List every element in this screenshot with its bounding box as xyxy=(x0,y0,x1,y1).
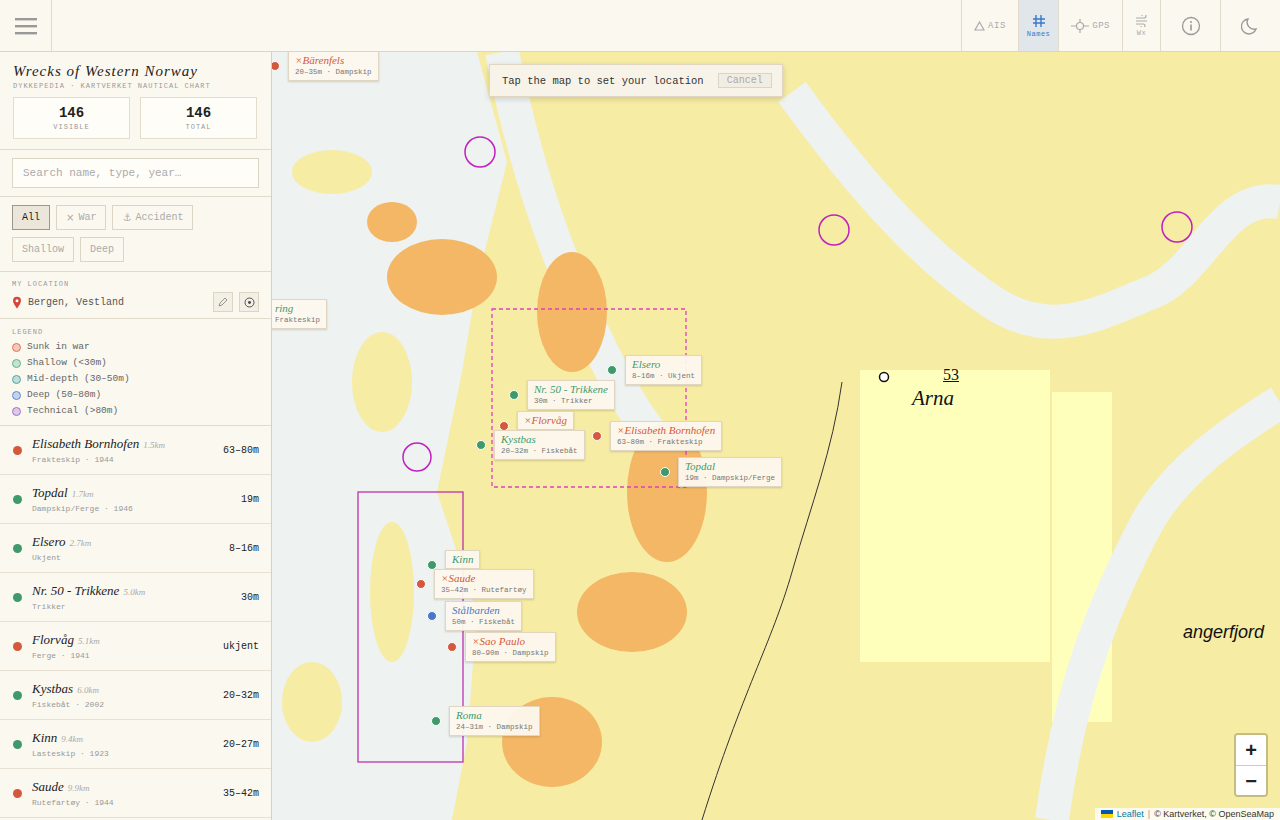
top-bar: AIS Names GPS Wx xyxy=(0,0,1280,52)
wreck-row[interactable]: Kystbas6.0kmFiskebåt · 200220–32m xyxy=(0,671,271,720)
app-title: Wrecks of Western Norway xyxy=(13,63,257,80)
info-button[interactable] xyxy=(1160,0,1220,51)
wreck-marker[interactable] xyxy=(509,390,519,400)
toolbar-button[interactable]: AIS xyxy=(961,0,1018,51)
brand: Wrecks of Western Norway DYKKEPEDIA · KAR… xyxy=(0,52,271,150)
pencil-icon xyxy=(218,297,228,307)
info-icon xyxy=(1181,16,1201,36)
marker-label[interactable]: Elsero8–16m · Ukjent xyxy=(625,355,702,385)
marker-label[interactable]: ×Bärenfels20–35m · Dampskip xyxy=(288,52,379,81)
wreck-marker[interactable] xyxy=(427,611,437,621)
marker-label[interactable]: Nr. 50 - Trikkene30m · Trikker xyxy=(527,380,615,410)
wreck-marker[interactable] xyxy=(447,642,457,652)
wreck-row[interactable]: Elisabeth Bornhofen1.5kmFrakteskip · 194… xyxy=(0,426,271,475)
menu-button[interactable] xyxy=(0,0,52,51)
marker-label[interactable]: ringFrakteskip xyxy=(272,299,327,329)
wreck-row[interactable]: Nr. 50 - Trikkene5.0kmTrikker30m xyxy=(0,573,271,622)
theme-button[interactable] xyxy=(1220,0,1280,51)
legend-item: Deep (50–80m) xyxy=(12,387,259,403)
marker-label[interactable]: ×Florvåg xyxy=(517,411,574,430)
nautical-chart xyxy=(272,52,1280,820)
wreck-list: Elisabeth Bornhofen1.5kmFrakteskip · 194… xyxy=(0,426,271,820)
marker-label[interactable]: Stålbarden50m · Fiskebåt xyxy=(445,601,522,631)
marker-label[interactable]: Kinn xyxy=(445,550,480,569)
locate-button[interactable] xyxy=(239,292,259,312)
wreck-marker[interactable] xyxy=(592,431,602,441)
legend: LEGENDSunk in warShallow (<30m)Mid-depth… xyxy=(0,319,271,426)
legend-item: Mid-depth (30–50m) xyxy=(12,371,259,387)
marker-label[interactable]: Topdal19m · Dampskip/Ferge xyxy=(678,457,782,487)
toolbar-button[interactable]: Names xyxy=(1018,0,1059,51)
zoom-out-button[interactable]: − xyxy=(1236,765,1266,795)
legend-item: Technical (>80m) xyxy=(12,403,259,419)
marker-label[interactable]: Roma24–31m · Dampskip xyxy=(449,706,540,736)
toolbar-label: GPS xyxy=(1092,21,1110,31)
location-panel: MY LOCATIONBergen, Vestland xyxy=(0,272,271,319)
place-label: Arna xyxy=(912,386,954,411)
toolbar-label: Names xyxy=(1027,30,1051,38)
wind-icon xyxy=(1135,15,1149,27)
filter-group: All×War⚓Accident ShallowDeep xyxy=(0,197,271,272)
marker-label[interactable]: ×Saude35–42m · Rutefartøy xyxy=(434,569,534,599)
toolbar-label: Wx xyxy=(1137,29,1146,37)
crosshair-icon xyxy=(1071,19,1089,33)
wreck-marker[interactable] xyxy=(476,440,486,450)
attribution: Leaflet|© Kartverket, © OpenSeaMap xyxy=(1095,808,1280,820)
cancel-button[interactable]: Cancel xyxy=(718,73,772,88)
toolbar-button[interactable]: GPS xyxy=(1058,0,1122,51)
zoom-control: +− xyxy=(1234,733,1268,797)
marker-label[interactable]: ×Elisabeth Bornhofen63–80m · Frakteskip xyxy=(610,421,722,451)
sidebar: Wrecks of Western Norway DYKKEPEDIA · KAR… xyxy=(0,52,272,820)
legend-item: Shallow (<30m) xyxy=(12,355,259,371)
place-label: 53 xyxy=(943,366,959,384)
wreck-marker[interactable] xyxy=(607,365,617,375)
edit-location-button[interactable] xyxy=(213,292,233,312)
zoom-in-button[interactable]: + xyxy=(1236,735,1266,765)
place-label: angerfjord xyxy=(1183,622,1264,643)
wreck-marker[interactable] xyxy=(416,579,426,589)
wreck-row[interactable]: Saude9.9kmRutefartøy · 194435–42m xyxy=(0,769,271,818)
location-prompt: Tap the map to set your locationCancel xyxy=(489,64,783,97)
wreck-row[interactable]: Topdal1.7kmDampskip/Ferge · 194619m xyxy=(0,475,271,524)
filter-chip[interactable]: All xyxy=(12,205,50,230)
app-subtitle: DYKKEPEDIA · KARTVERKET NAUTICAL CHART xyxy=(13,82,257,90)
wreck-row[interactable]: Elsero2.7kmUkjent8–16m xyxy=(0,524,271,573)
flag-icon xyxy=(1101,810,1113,818)
pin-icon xyxy=(12,296,22,309)
wreck-marker[interactable] xyxy=(431,716,441,726)
wreck-marker[interactable] xyxy=(660,467,670,477)
grid-icon xyxy=(1032,14,1046,28)
stat-card: 146VISIBLE xyxy=(13,97,130,139)
marker-label[interactable]: Kystbas20–32m · Fiskebåt xyxy=(494,430,585,460)
app: AIS Names GPS Wx Wrecks of Western Norway DYK… xyxy=(0,0,1280,820)
moon-icon xyxy=(1241,16,1261,36)
stat-card: 146TOTAL xyxy=(140,97,257,139)
filter-chip[interactable]: ⚓Accident xyxy=(112,205,193,230)
triangle-icon xyxy=(974,21,985,31)
wreck-row[interactable]: Kinn9.4kmLasteskip · 192320–27m xyxy=(0,720,271,769)
map[interactable]: Arna 53 angerfjord ×Bärenfels20–35m · Damps… xyxy=(272,52,1280,820)
search-input[interactable] xyxy=(12,158,259,188)
filter-chip[interactable]: Deep xyxy=(80,237,124,262)
leaflet-link[interactable]: Leaflet xyxy=(1117,809,1144,819)
location-value: Bergen, Vestland xyxy=(28,297,207,308)
toolbar-button[interactable]: Wx xyxy=(1122,0,1160,51)
wreck-row[interactable]: Florvåg5.1kmFerge · 1941ukjent xyxy=(0,622,271,671)
toolbar-label: AIS xyxy=(988,21,1006,31)
marker-label[interactable]: ×Sao Paulo80–90m · Dampskip xyxy=(465,632,556,662)
legend-item: Sunk in war xyxy=(12,339,259,355)
filter-chip[interactable]: Shallow xyxy=(12,237,74,262)
filter-chip[interactable]: ×War xyxy=(56,205,106,230)
menu-icon xyxy=(15,17,37,35)
target-icon xyxy=(244,297,255,308)
